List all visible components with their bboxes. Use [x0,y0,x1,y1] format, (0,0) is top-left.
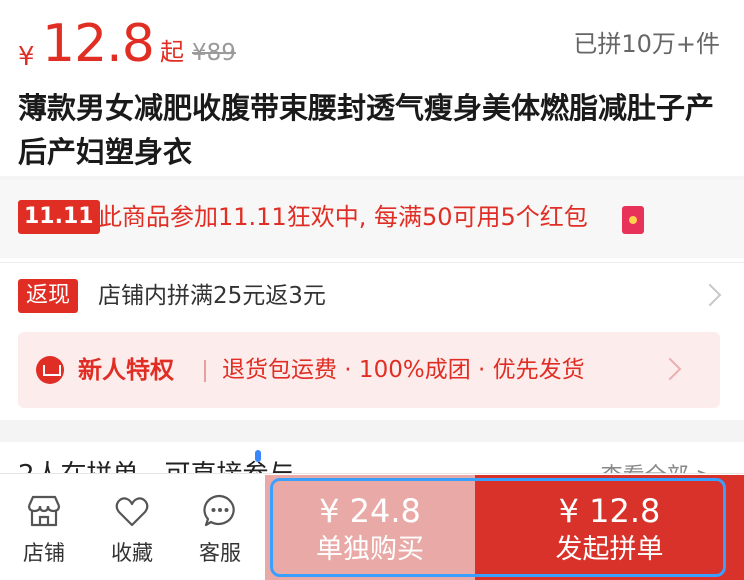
store-button[interactable]: 店铺 [0,474,88,580]
favorite-button[interactable]: 收藏 [88,474,176,580]
price-row: ¥ 12.8 起 ¥89 已拼10万+件 [0,0,744,82]
newbie-privilege-row[interactable]: 新人特权 退货包运费 · 100%成团 · 优先发货 [18,332,720,408]
store-label: 店铺 [23,541,65,565]
heart-icon [115,497,149,527]
cashback-text: 店铺内拼满25元返3元 [98,283,326,309]
cashback-row[interactable]: 返现 店铺内拼满25元返3元 [0,262,744,328]
promo-text: 此商品参加11.11狂欢中, 每满50可用5个红包 [98,203,588,231]
price-suffix: 起 [160,38,184,66]
start-group-buy-button[interactable]: ¥ 12.8 发起拼单 [475,475,744,580]
chat-icon [203,494,235,527]
crown-icon [36,356,64,384]
price-currency: ¥ [18,42,35,72]
newbie-perks: 退货包运费 · 100%成团 · 优先发货 [222,357,585,383]
group-price: ¥ 12.8 [558,492,661,530]
sold-count: 已拼10万+件 [573,30,720,58]
single-label: 单独购买 [316,534,424,565]
red-envelope-icon [622,206,644,234]
buy-single-button[interactable]: ¥ 24.8 单独购买 [265,475,475,580]
group-label: 发起拼单 [555,534,664,565]
customer-service-label: 客服 [199,541,241,565]
product-title: 薄款男女减肥收腹带束腰封透气瘦身美体燃脂减肚子产后产妇塑身衣 [18,91,715,169]
section-divider [0,420,744,442]
price-amount: 12.8 [42,14,155,74]
vertical-divider [204,360,206,382]
promo-badge: 11.11 [18,200,100,234]
store-icon [27,495,61,527]
customer-service-button[interactable]: 客服 [176,474,264,580]
cashback-badge: 返现 [18,279,79,313]
scroll-indicator [255,450,261,462]
single-price: ¥ 24.8 [319,492,421,530]
favorite-label: 收藏 [111,541,153,565]
newbie-title: 新人特权 [78,356,174,384]
original-price: ¥89 [192,40,236,66]
